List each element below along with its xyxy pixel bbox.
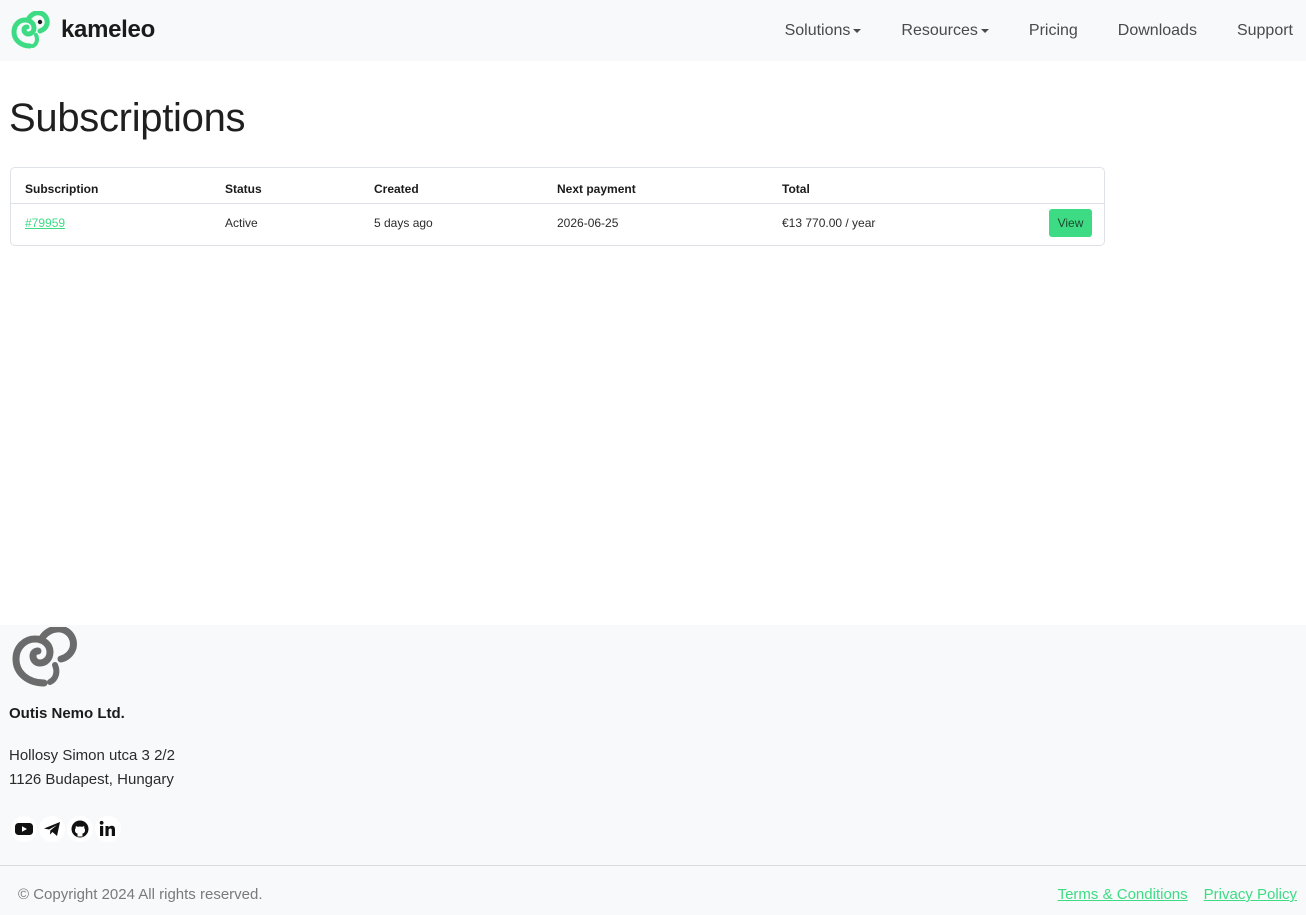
- nav-pricing[interactable]: Pricing: [1029, 22, 1078, 40]
- column-header-actions: [984, 168, 1104, 204]
- cell-status: Active: [225, 216, 258, 231]
- social-links: [11, 816, 123, 842]
- column-header-created: Created: [374, 168, 557, 204]
- footer-logo-icon: [10, 625, 78, 692]
- page-title: Subscriptions: [9, 96, 246, 140]
- top-navbar: kameleo Solutions Resources Pricing Down…: [0, 0, 1306, 61]
- github-icon[interactable]: [67, 816, 93, 842]
- column-header-next-payment: Next payment: [557, 168, 782, 204]
- nav-solutions[interactable]: Solutions: [785, 22, 862, 40]
- view-button[interactable]: View: [1049, 209, 1092, 238]
- main-nav: Solutions Resources Pricing Downloads Su…: [745, 0, 1293, 61]
- subscriptions-table: Subscription Status Created Next payment…: [11, 168, 1104, 243]
- table-row: #79959 Active 5 days ago 2026-06-25 €13 …: [11, 203, 1104, 243]
- company-address: Hollosy Simon utca 3 2/2 1126 Budapest, …: [9, 744, 175, 792]
- cell-created: 5 days ago: [374, 216, 433, 231]
- table-header-row: Subscription Status Created Next payment…: [11, 168, 1104, 204]
- column-header-total: Total: [782, 168, 985, 204]
- caret-down-icon: [853, 28, 862, 33]
- brand-logo-link[interactable]: kameleo: [10, 11, 155, 49]
- nav-resources[interactable]: Resources: [901, 21, 989, 40]
- nav-support[interactable]: Support: [1237, 22, 1293, 40]
- column-header-status: Status: [211, 168, 374, 204]
- nav-resources-label: Resources: [901, 21, 978, 39]
- terms-conditions-link[interactable]: Terms & Conditions: [1058, 886, 1188, 903]
- linkedin-icon[interactable]: [95, 816, 121, 842]
- site-footer: Outis Nemo Ltd. Hollosy Simon utca 3 2/2…: [0, 625, 1306, 915]
- company-name: Outis Nemo Ltd.: [9, 705, 125, 722]
- cell-actions: View: [985, 203, 1104, 243]
- telegram-icon[interactable]: [39, 816, 65, 842]
- subscription-link[interactable]: #79959: [25, 216, 65, 230]
- cell-total: €13 770.00 / year: [782, 216, 876, 231]
- address-line-1: Hollosy Simon utca 3 2/2: [9, 747, 175, 764]
- footer-divider: [0, 865, 1306, 866]
- kameleo-logo-icon: [10, 11, 50, 49]
- brand-name: kameleo: [61, 16, 155, 43]
- footer-legal-links: Terms & Conditions Privacy Policy: [1042, 886, 1297, 903]
- privacy-policy-link[interactable]: Privacy Policy: [1204, 886, 1297, 903]
- address-line-2: 1126 Budapest, Hungary: [9, 771, 174, 788]
- copyright-text: © Copyright 2024 All rights reserved.: [18, 886, 263, 903]
- column-header-subscription: Subscription: [11, 168, 211, 204]
- subscriptions-table-card: Subscription Status Created Next payment…: [10, 167, 1105, 246]
- caret-down-icon: [980, 28, 989, 33]
- nav-downloads[interactable]: Downloads: [1118, 22, 1197, 40]
- cell-next-payment: 2026-06-25: [557, 216, 619, 231]
- cell-subscription: #79959: [11, 203, 211, 243]
- nav-solutions-label: Solutions: [784, 21, 851, 39]
- youtube-icon[interactable]: [11, 816, 37, 842]
